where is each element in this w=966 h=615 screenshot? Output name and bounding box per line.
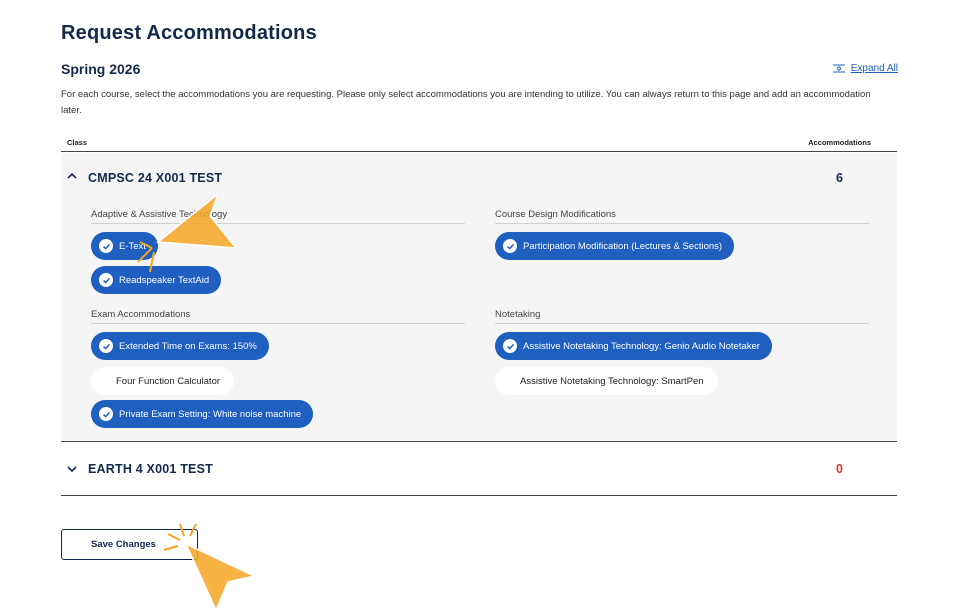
chip-label: E-Text: [119, 240, 146, 252]
save-changes-button[interactable]: Save Changes: [61, 529, 198, 560]
course-accommodation-count: 6: [836, 171, 843, 185]
category-divider: [91, 223, 465, 224]
course-row-toggle[interactable]: EARTH 4 X001 TEST 0: [61, 443, 897, 491]
accommodation-chip[interactable]: Participation Modification (Lectures & S…: [495, 232, 735, 260]
chip-label: Assistive Notetaking Technology: Genio A…: [523, 340, 760, 352]
course-name: CMPSC 24 X001 TEST: [88, 171, 223, 185]
accommodation-chip[interactable]: Four Function Calculator: [91, 367, 235, 395]
page-title: Request Accommodations: [61, 22, 317, 44]
accommodation-chip[interactable]: Readspeaker TextAid: [91, 266, 222, 294]
chevron-up-icon: [67, 172, 77, 179]
check-circle-icon: [503, 239, 517, 253]
course-panel: CMPSC 24 X001 TEST 6 Adaptive & Assistiv…: [61, 153, 897, 442]
column-header-class: Class: [67, 138, 88, 147]
expand-all-label: Expand All: [850, 63, 898, 74]
expand-all-link[interactable]: Expand All: [832, 63, 898, 74]
table-header: Class Accommodations: [61, 136, 897, 152]
category-label: Adaptive & Assistive Technology: [91, 209, 228, 220]
category-label: Notetaking: [495, 309, 541, 320]
course-row-toggle[interactable]: CMPSC 24 X001 TEST 6: [61, 153, 897, 201]
accommodation-chip[interactable]: Assistive Notetaking Technology: Genio A…: [495, 332, 772, 360]
term-title: Spring 2026: [61, 61, 141, 77]
accommodation-chip[interactable]: Private Exam Setting: White noise machin…: [91, 400, 314, 428]
category-label: Exam Accommodations: [91, 309, 191, 320]
category-divider: [495, 223, 869, 224]
chip-label: Readspeaker TextAid: [119, 274, 210, 286]
course-panel: EARTH 4 X001 TEST 0: [61, 443, 897, 496]
chevron-down-icon: [67, 466, 77, 473]
accommodation-chip[interactable]: Assistive Notetaking Technology: SmartPe…: [495, 367, 718, 395]
category-divider: [495, 323, 869, 324]
course-name: EARTH 4 X001 TEST: [88, 462, 213, 476]
category-label: Course Design Modifications: [495, 209, 616, 220]
expand-all-icon: [832, 64, 845, 73]
column-header-accommodations: Accommodations: [808, 138, 871, 147]
accommodation-chip[interactable]: E-Text: [91, 232, 158, 260]
chip-label: Private Exam Setting: White noise machin…: [119, 408, 302, 420]
check-circle-icon: [99, 339, 113, 353]
check-circle-icon: [99, 407, 113, 421]
intro-text: For each course, select the accommodatio…: [61, 89, 871, 116]
chip-label: Assistive Notetaking Technology: SmartPe…: [520, 375, 704, 387]
course-accommodation-count: 0: [836, 462, 843, 476]
category-divider: [91, 323, 465, 324]
check-circle-icon: [99, 239, 113, 253]
chip-label: Participation Modification (Lectures & S…: [523, 240, 723, 252]
accommodation-chip[interactable]: Extended Time on Exams: 150%: [91, 332, 269, 360]
check-circle-icon: [503, 339, 517, 353]
chip-label: Four Function Calculator: [116, 375, 221, 387]
check-circle-icon: [99, 273, 113, 287]
chip-label: Extended Time on Exams: 150%: [119, 340, 257, 352]
